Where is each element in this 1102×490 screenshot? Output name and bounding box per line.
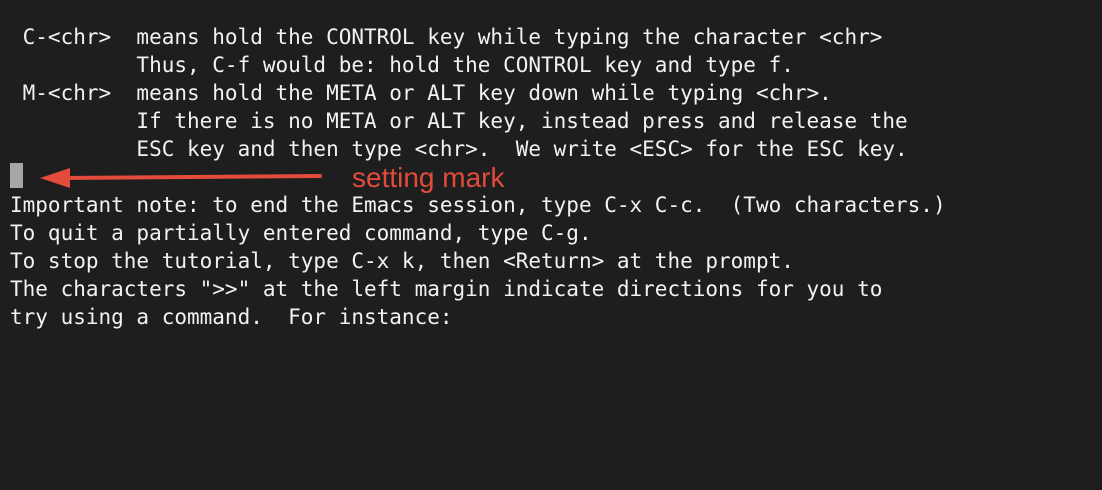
terminal-line-11: try using a command. For instance: bbox=[10, 305, 453, 329]
terminal-line-2: Thus, C-f would be: hold the CONTROL key… bbox=[10, 53, 794, 77]
text-cursor bbox=[10, 163, 23, 188]
left-arrow-icon bbox=[40, 168, 322, 188]
terminal-window[interactable]: C-<chr> means hold the CONTROL key while… bbox=[0, 0, 1102, 490]
terminal-line-10: The characters ">>" at the left margin i… bbox=[10, 277, 883, 301]
terminal-line-1: C-<chr> means hold the CONTROL key while… bbox=[10, 25, 883, 49]
terminal-line-4: If there is no META or ALT key, instead … bbox=[10, 109, 908, 133]
terminal-line-5: ESC key and then type <chr>. We write <E… bbox=[10, 137, 908, 161]
terminal-line-3: M-<chr> means hold the META or ALT key d… bbox=[10, 81, 832, 105]
terminal-line-8: To quit a partially entered command, typ… bbox=[10, 221, 592, 245]
annotation-label: setting mark bbox=[352, 162, 505, 193]
terminal-line-7: Important note: to end the Emacs session… bbox=[10, 193, 946, 217]
terminal-line-9: To stop the tutorial, type C-x k, then <… bbox=[10, 249, 794, 273]
